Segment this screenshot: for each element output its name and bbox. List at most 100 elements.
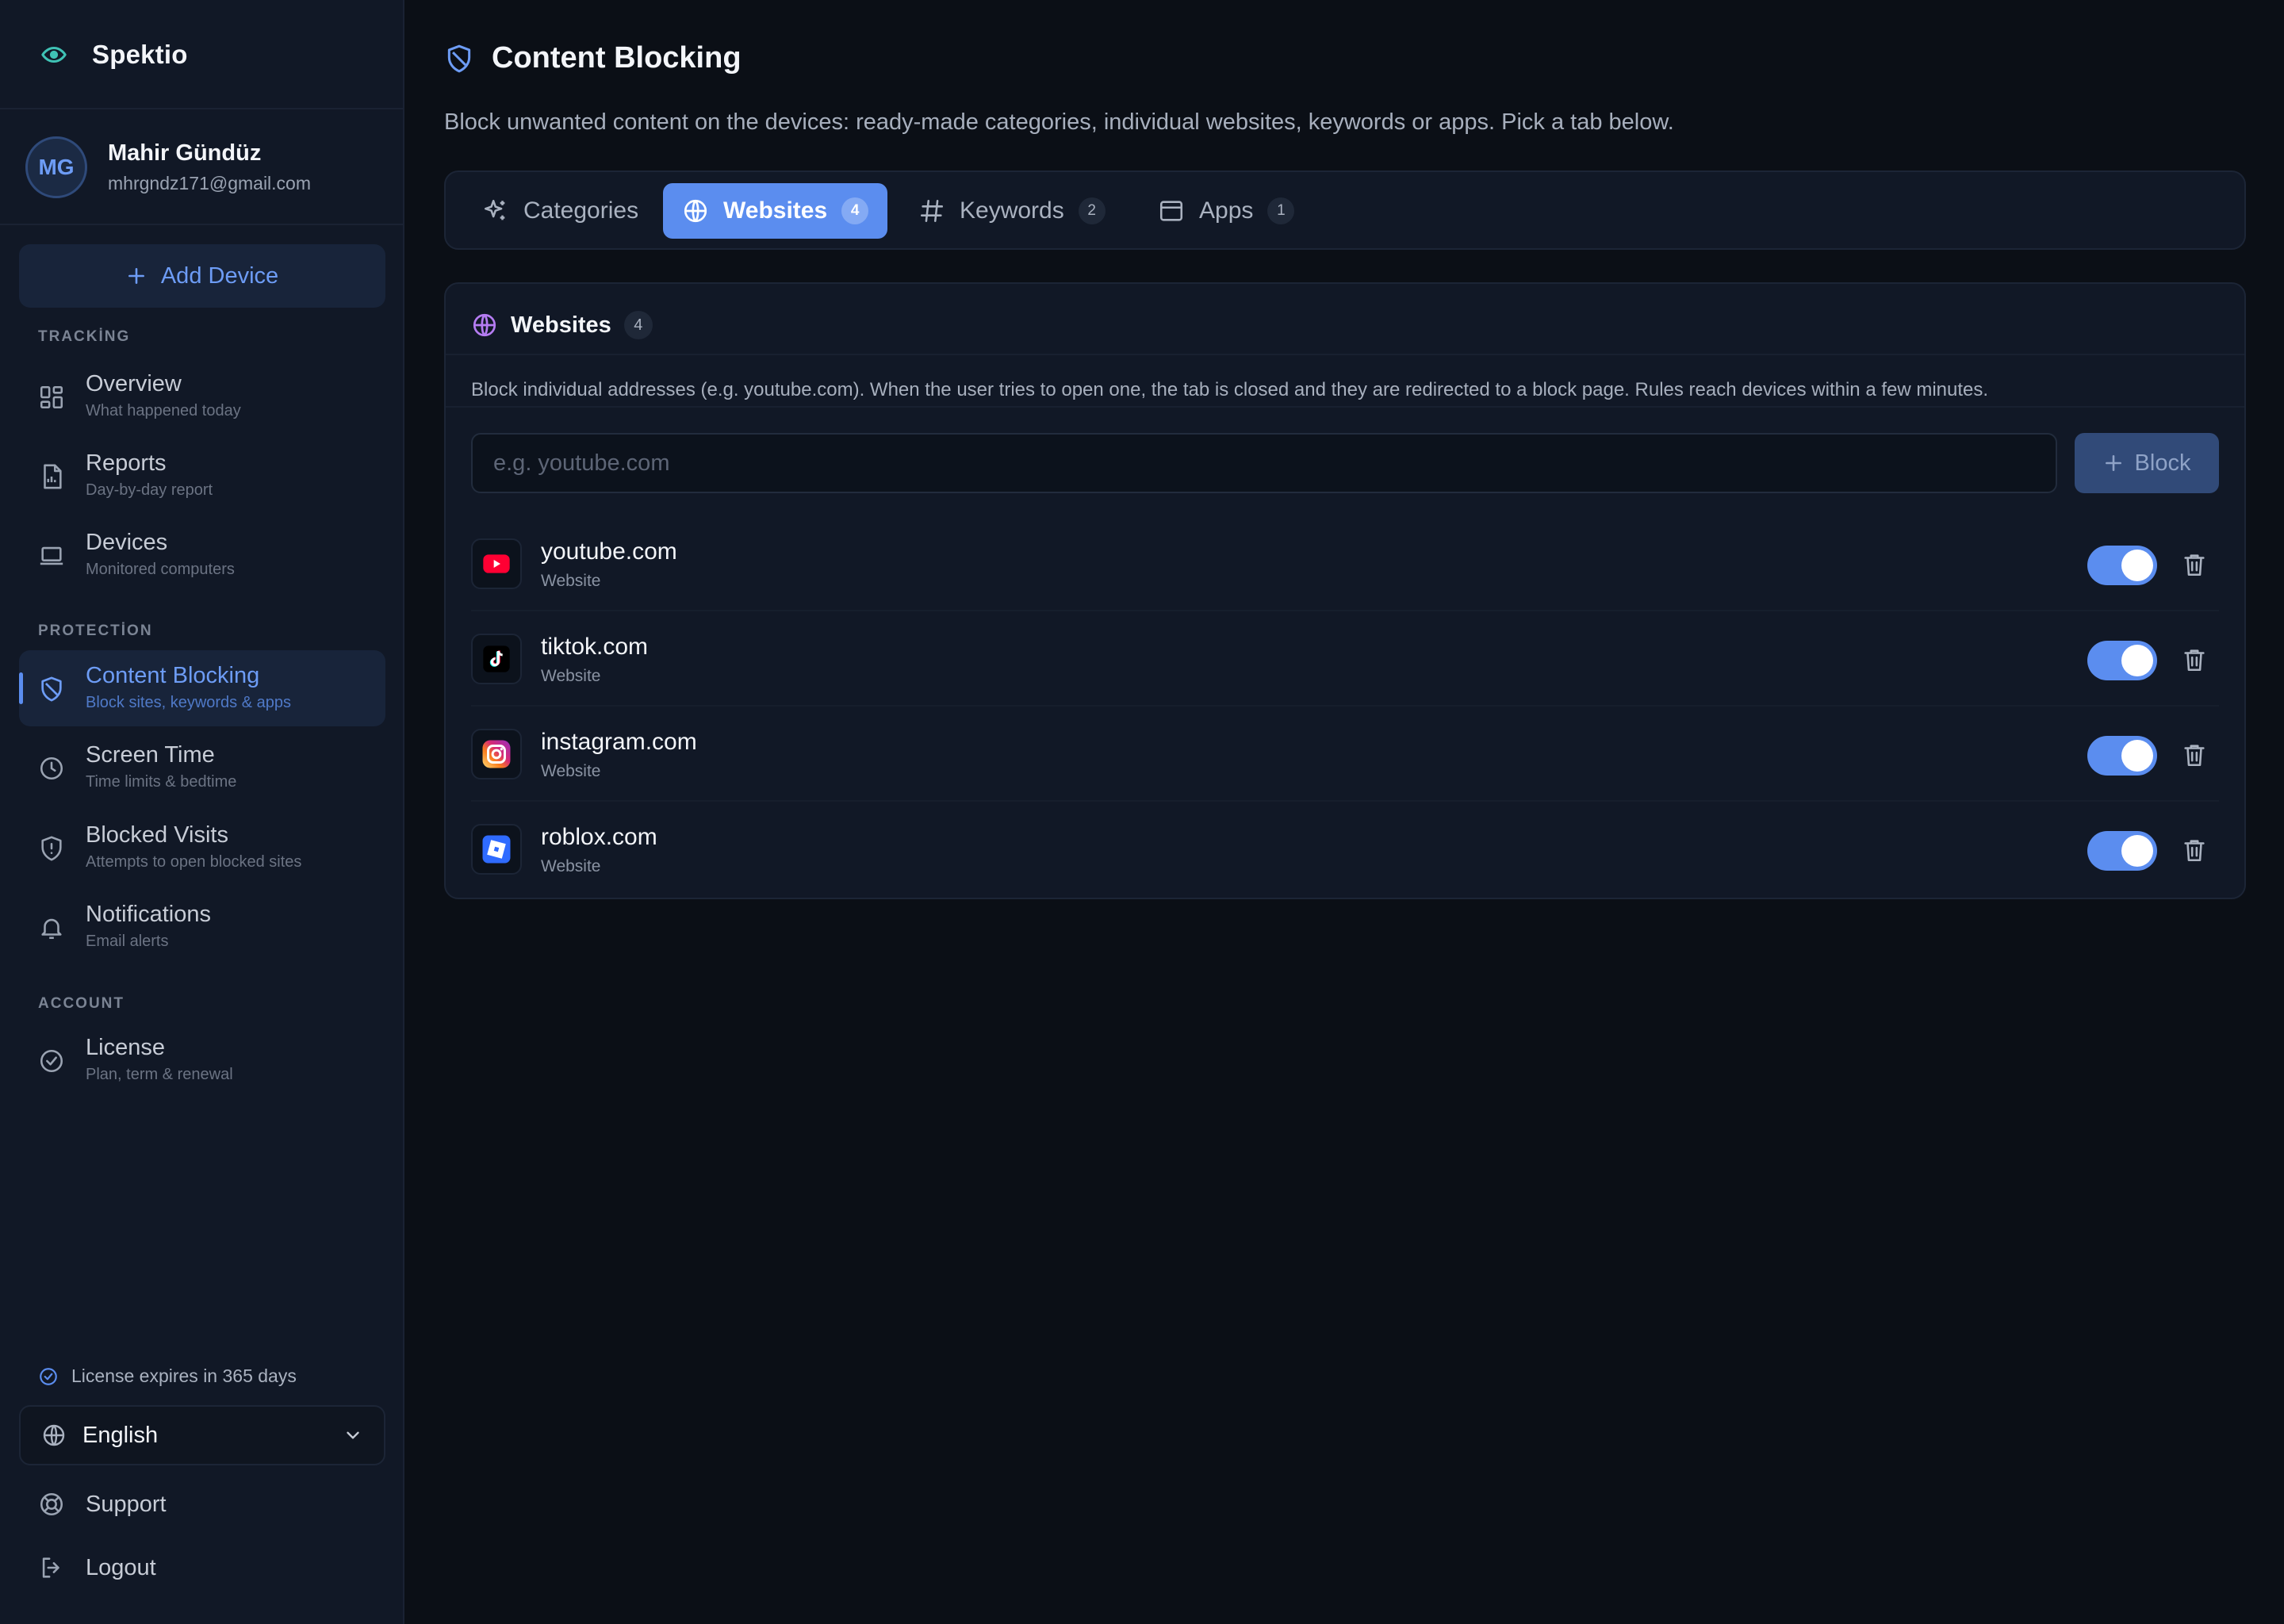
tab-apps[interactable]: Apps 1 — [1139, 183, 1313, 239]
tiktok-icon — [471, 634, 522, 684]
bell-icon — [38, 914, 65, 941]
enable-toggle[interactable] — [2087, 736, 2157, 776]
tab-categories[interactable]: Categories — [463, 183, 657, 239]
shield-alert-icon — [38, 835, 65, 862]
report-icon — [38, 463, 65, 490]
clock-icon — [38, 755, 65, 782]
eye-icon — [38, 39, 70, 71]
sidebar-item-subtitle: Block sites, keywords & apps — [86, 694, 291, 711]
tab-count-badge: 1 — [1267, 197, 1295, 224]
list-item: roblox.com Website — [446, 802, 2244, 897]
sidebar-item-title: Reports — [86, 450, 167, 476]
sidebar-item-subtitle: What happened today — [86, 402, 241, 419]
trash-icon[interactable] — [2181, 551, 2208, 578]
sidebar-item-title: Blocked Visits — [86, 822, 228, 848]
hash-icon — [918, 197, 945, 224]
toggle-knob — [2121, 645, 2153, 676]
trash-icon[interactable] — [2181, 837, 2208, 864]
sparkles-icon — [482, 197, 509, 224]
divider — [446, 354, 2244, 355]
tab-label: Apps — [1199, 197, 1254, 224]
tab-keywords[interactable]: Keywords 2 — [899, 183, 1125, 239]
support-label: Support — [86, 1491, 167, 1517]
globe-icon — [471, 312, 498, 339]
toggle-knob — [2121, 835, 2153, 867]
user-profile[interactable]: MG Mahir Gündüz mhrgndz171@gmail.com — [25, 136, 311, 198]
sidebar-item-subtitle: Time limits & bedtime — [86, 773, 237, 791]
block-button[interactable]: Block — [2075, 433, 2219, 493]
tab-count-badge: 2 — [1078, 197, 1106, 224]
sidebar-item-title: Content Blocking — [86, 663, 260, 688]
count-badge: 4 — [623, 311, 653, 339]
add-device-button[interactable]: Add Device — [19, 244, 385, 308]
user-email: mhrgndz171@gmail.com — [108, 173, 312, 193]
page-title: Content Blocking — [492, 41, 742, 75]
website-input[interactable] — [471, 433, 2057, 493]
sidebar-item-subtitle: Monitored computers — [86, 561, 235, 578]
trash-icon[interactable] — [2181, 741, 2208, 768]
site-type: Website — [541, 857, 601, 875]
list-item: instagram.com Website — [446, 707, 2244, 802]
site-type: Website — [541, 762, 601, 780]
sidebar-item-license[interactable]: License Plan, term & renewal — [19, 1022, 385, 1098]
panel-title: Websites — [511, 312, 611, 338]
check-circle-icon — [38, 1366, 59, 1387]
avatar: MG — [25, 136, 87, 198]
grid-icon — [38, 384, 65, 411]
toggle-knob — [2121, 740, 2153, 772]
logout-link[interactable]: Logout — [38, 1554, 156, 1581]
sidebar-item-overview[interactable]: Overview What happened today — [19, 358, 385, 435]
site-name: instagram.com — [541, 729, 697, 755]
plus-icon — [2103, 453, 2124, 473]
panel-description: Block individual addresses (e.g. youtube… — [471, 379, 1989, 400]
site-name: youtube.com — [541, 538, 677, 565]
sidebar-item-blocked-visits[interactable]: Blocked Visits Attempts to open blocked … — [19, 810, 385, 886]
websites-panel: Websites 4 Block individual addresses (e… — [444, 282, 2246, 899]
tab-count-badge: 4 — [841, 197, 869, 224]
instagram-icon — [471, 729, 522, 779]
shield-icon — [444, 44, 474, 74]
page-description: Block unwanted content on the devices: r… — [444, 109, 1674, 135]
trash-icon[interactable] — [2181, 646, 2208, 673]
badge-check-icon — [38, 1048, 65, 1074]
site-type: Website — [541, 572, 601, 590]
sidebar-item-subtitle: Attempts to open blocked sites — [86, 853, 302, 871]
tab-websites[interactable]: Websites 4 — [663, 183, 888, 239]
language-value: English — [82, 1422, 159, 1448]
sidebar-item-reports[interactable]: Reports Day-by-day report — [19, 438, 385, 514]
sidebar-item-notifications[interactable]: Notifications Email alerts — [19, 889, 385, 965]
language-select[interactable]: English — [19, 1405, 385, 1465]
support-link[interactable]: Support — [38, 1491, 167, 1518]
sidebar-item-devices[interactable]: Devices Monitored computers — [19, 517, 385, 593]
globe-icon — [682, 197, 709, 224]
sidebar-item-title: Overview — [86, 371, 182, 396]
chevron-down-icon — [343, 1425, 363, 1446]
user-name: Mahir Gündüz — [108, 140, 262, 166]
list-item: tiktok.com Website — [446, 611, 2244, 707]
logout-icon — [38, 1554, 65, 1581]
divider — [0, 224, 404, 225]
sidebar-item-content-blocking[interactable]: Content Blocking Block sites, keywords &… — [19, 650, 385, 726]
brand-name: Spektio — [92, 40, 188, 69]
enable-toggle[interactable] — [2087, 641, 2157, 680]
laptop-icon — [38, 542, 65, 569]
sidebar-item-screen-time[interactable]: Screen Time Time limits & bedtime — [19, 730, 385, 806]
shield-icon — [38, 676, 65, 703]
roblox-icon — [471, 824, 522, 875]
site-name: roblox.com — [541, 824, 657, 850]
divider — [446, 406, 2244, 408]
section-label-tracking: TRACKİNG — [38, 328, 131, 345]
enable-toggle[interactable] — [2087, 831, 2157, 871]
sidebar-item-subtitle: Day-by-day report — [86, 481, 213, 499]
tab-bar: Categories Websites 4 Keywords 2 Apps 1 — [444, 170, 2246, 250]
sidebar: Spektio MG Mahir Gündüz mhrgndz171@gmail… — [0, 0, 404, 1624]
enable-toggle[interactable] — [2087, 546, 2157, 585]
license-status: License expires in 365 days — [38, 1365, 297, 1387]
sidebar-item-title: Devices — [86, 530, 168, 555]
app-window-icon — [1158, 197, 1185, 224]
tab-label: Websites — [723, 197, 828, 224]
license-status-text: License expires in 365 days — [71, 1365, 297, 1386]
brand[interactable]: Spektio — [38, 35, 188, 75]
divider — [0, 108, 404, 109]
plus-icon — [126, 266, 147, 286]
